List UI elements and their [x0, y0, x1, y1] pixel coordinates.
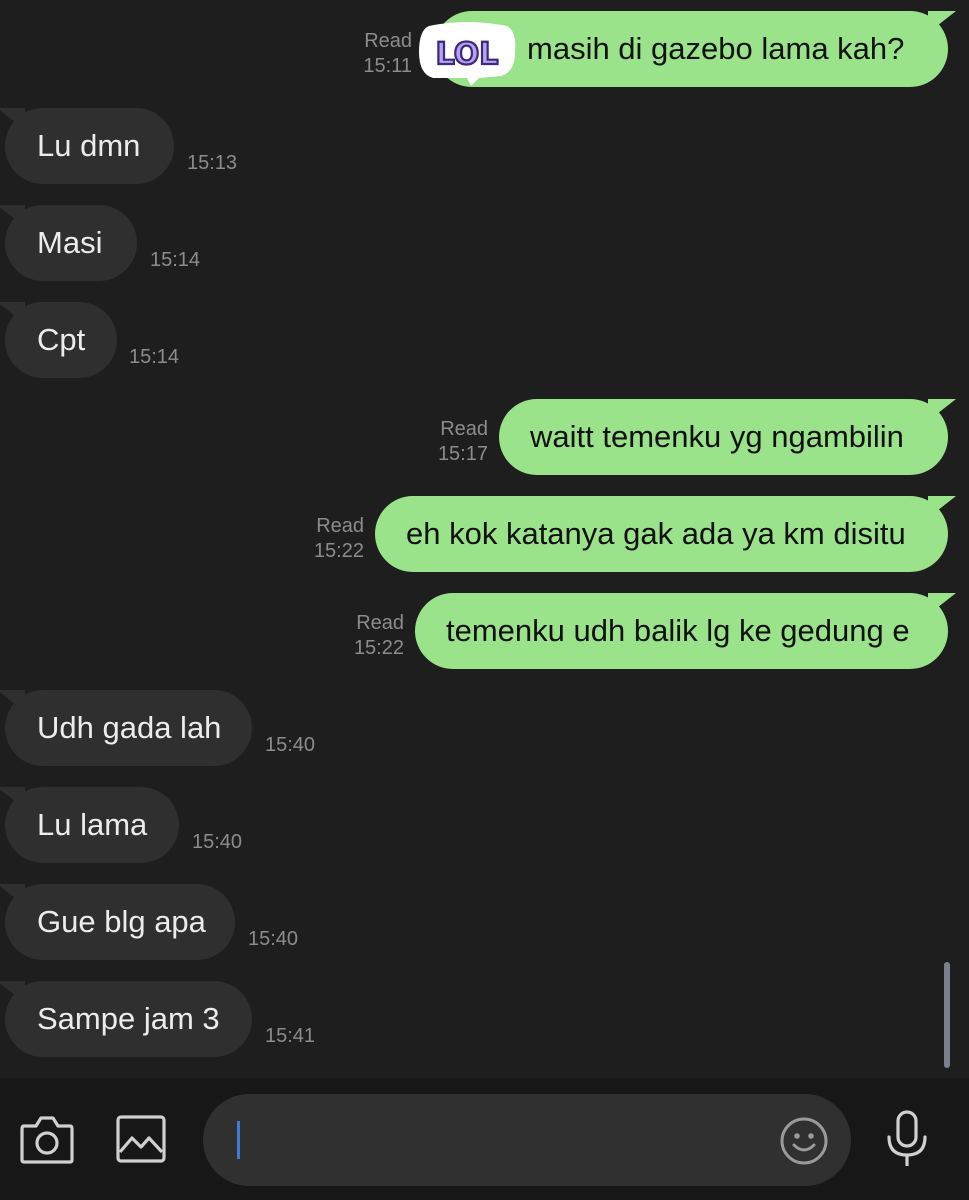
bubble-tail	[0, 981, 25, 1003]
incoming-message-bubble[interactable]: Gue blg apa	[0, 884, 235, 960]
message-time: 15:40	[248, 928, 299, 950]
message-text: Gue blg apa	[37, 904, 206, 939]
scrollbar[interactable]	[944, 962, 950, 1068]
read-receipt: Read	[316, 515, 364, 537]
read-receipt: Read	[356, 612, 404, 634]
microphone-icon	[887, 1110, 927, 1166]
emoji-icon	[780, 1117, 828, 1165]
bubble-tail	[0, 108, 25, 130]
outgoing-message-bubble[interactable]: eh kok katanya gak ada ya km disitu	[375, 496, 956, 572]
message-text: waitt temenku yg ngambilin	[530, 419, 904, 454]
message-time: 15:22	[353, 637, 404, 659]
sticker-text: LOL	[436, 37, 499, 72]
text-cursor	[237, 1121, 240, 1159]
bubble-tail	[0, 690, 25, 712]
bubble-tail	[0, 205, 25, 227]
message-text: Udh gada lah	[37, 710, 222, 745]
incoming-message-bubble[interactable]: Lu lama	[0, 787, 179, 863]
incoming-message-bubble[interactable]: Masi	[0, 205, 137, 281]
bubble-tail	[928, 11, 956, 33]
message-meta: Read 15:11	[358, 29, 412, 79]
message-time: 15:13	[187, 152, 238, 174]
message-text: eh kok katanya gak ada ya km disitu	[406, 516, 906, 551]
message-text: Lu lama	[37, 807, 148, 842]
message-time: 15:41	[265, 1025, 316, 1047]
read-receipt: Read	[440, 418, 488, 440]
bubble-tail	[0, 787, 25, 809]
incoming-message-bubble[interactable]: Lu dmn	[0, 108, 174, 184]
message-meta: Read 15:22	[300, 514, 364, 564]
message-time: 15:14	[129, 346, 180, 368]
incoming-message-bubble[interactable]: Cpt	[0, 302, 117, 378]
message-meta: Read 15:17	[424, 417, 488, 467]
voice-record-button[interactable]	[878, 1108, 936, 1170]
message-text: Cpt	[37, 322, 86, 357]
message-input[interactable]	[203, 1094, 851, 1186]
chat-message-list[interactable]: masih di gazebo lama kah? Read 15:11 LOL…	[0, 0, 969, 1078]
bubble-tail	[928, 399, 956, 421]
bubble-tail	[928, 593, 956, 615]
camera-icon	[20, 1116, 74, 1164]
message-time: 15:40	[192, 831, 243, 853]
message-text: temenku udh balik lg ke gedung e	[446, 613, 910, 648]
camera-button[interactable]	[16, 1110, 78, 1168]
emoji-button[interactable]	[777, 1114, 831, 1168]
message-composer-bar	[0, 1078, 969, 1200]
outgoing-message-bubble[interactable]: waitt temenku yg ngambilin	[499, 399, 956, 475]
outgoing-message-bubble[interactable]: temenku udh balik lg ke gedung e	[415, 593, 956, 669]
message-text: Sampe jam 3	[37, 1001, 220, 1036]
image-icon	[116, 1115, 166, 1163]
message-time: 15:17	[437, 443, 488, 465]
message-text: masih di gazebo lama kah?	[527, 31, 905, 66]
message-time: 15:22	[313, 540, 364, 562]
bubble-tail	[928, 496, 956, 518]
message-text: Lu dmn	[37, 128, 141, 163]
bubble-tail	[0, 302, 25, 324]
message-time: 15:11	[363, 55, 412, 77]
bubble-tail	[0, 884, 25, 906]
incoming-message-bubble[interactable]: Udh gada lah	[0, 690, 252, 766]
gallery-button[interactable]	[112, 1110, 170, 1168]
lol-sticker[interactable]: LOL	[415, 18, 519, 86]
message-time: 15:14	[150, 249, 201, 271]
message-time: 15:40	[265, 734, 316, 756]
read-receipt: Read	[364, 30, 412, 52]
message-text: Masi	[37, 225, 103, 260]
incoming-message-bubble[interactable]: Sampe jam 3	[0, 981, 252, 1057]
message-meta: Read 15:22	[340, 611, 404, 661]
